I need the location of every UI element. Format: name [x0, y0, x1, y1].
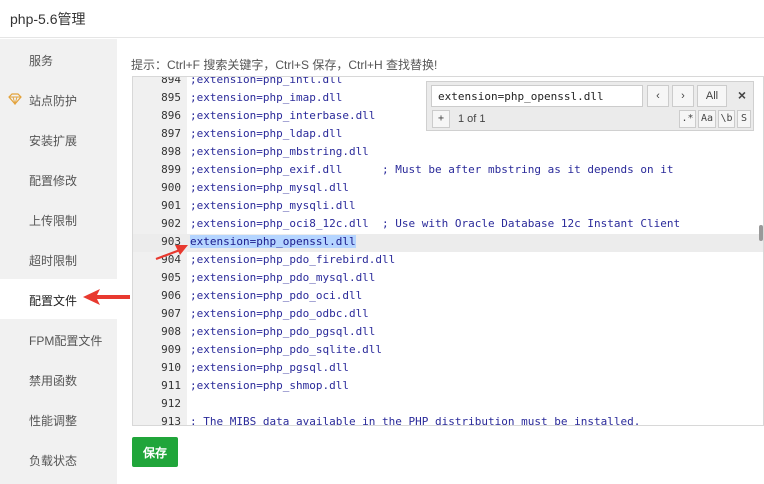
sidebar-item-label: FPM配置文件 — [29, 334, 103, 348]
code-line[interactable]: 898 ;extension=php_mbstring.dll — [133, 144, 763, 162]
sidebar-item-performance-tuning[interactable]: 性能调整 — [0, 399, 117, 439]
code-text: ;extension=php_intl.dll — [190, 76, 343, 86]
line-number: 896 — [161, 109, 181, 122]
code-text: ;extension=php_exif.dll ; Must be after … — [190, 163, 674, 176]
find-all-button[interactable]: All — [697, 85, 727, 107]
code-text: ;extension=php_pdo_firebird.dll — [190, 253, 396, 266]
editor-scrollbar[interactable] — [759, 225, 763, 241]
sidebar-item-service[interactable]: 服务 — [0, 39, 117, 79]
sidebar-item-upload-limit[interactable]: 上传限制 — [0, 199, 117, 239]
line-number: 903 — [161, 235, 181, 248]
line-number: 907 — [161, 307, 181, 320]
code-text: ;extension=php_pgsql.dll — [190, 361, 349, 374]
sidebar-item-label: 配置文件 — [29, 294, 78, 308]
sidebar-item-config-edit[interactable]: 配置修改 — [0, 159, 117, 199]
code-text: ;extension=php_oci8_12c.dll ; Use with O… — [190, 217, 681, 230]
sidebar-item-label: 超时限制 — [29, 254, 78, 268]
line-number: 905 — [161, 271, 181, 284]
line-number: 913 — [161, 415, 181, 426]
code-text: ;extension=php_interbase.dll — [190, 109, 376, 122]
code-text: ;extension=php_mysql.dll — [190, 181, 349, 194]
sidebar-item-install-extension[interactable]: 安装扩展 — [0, 119, 117, 159]
code-text: ;extension=php_pdo_pgsql.dll — [190, 325, 376, 338]
code-line[interactable]: 907 ;extension=php_pdo_odbc.dll — [133, 306, 763, 324]
code-text: ;extension=php_pdo_sqlite.dll — [190, 343, 383, 356]
code-text: ;extension=php_pdo_mysql.dll — [190, 271, 376, 284]
code-text: ; The MIBS data available in the PHP dis… — [190, 415, 641, 426]
sidebar-item-label: 负载状态 — [29, 454, 78, 468]
match-count: 1 of 1 — [458, 113, 486, 125]
in-selection-toggle[interactable]: S — [737, 110, 751, 128]
sidebar: 服务 站点防护 安装扩展 配置修改 上传限制 超时限制 配置文件 FPM配置文件… — [0, 39, 117, 484]
code-line[interactable]: 912 — [133, 396, 763, 414]
case-sensitive-toggle[interactable]: Aa — [698, 110, 716, 128]
sidebar-item-config-file[interactable]: 配置文件 — [0, 279, 117, 319]
code-line[interactable]: 904 ;extension=php_pdo_firebird.dll — [133, 252, 763, 270]
sidebar-item-label: 安装扩展 — [29, 134, 78, 148]
line-number: 899 — [161, 163, 181, 176]
toggle-replace-button[interactable]: + — [432, 110, 450, 128]
sidebar-item-label: 上传限制 — [29, 214, 78, 228]
line-number: 908 — [161, 325, 181, 338]
save-button[interactable]: 保存 — [132, 437, 178, 467]
line-number: 910 — [161, 361, 181, 374]
line-number: 894 — [161, 76, 181, 86]
line-number: 895 — [161, 91, 181, 104]
search-match-highlight: extension=php_openssl.dll — [190, 235, 356, 248]
sidebar-item-label: 站点防护 — [29, 94, 78, 108]
code-text: ;extension=php_shmop.dll — [190, 379, 349, 392]
line-number: 901 — [161, 199, 181, 212]
line-number: 897 — [161, 127, 181, 140]
prev-match-button[interactable]: ‹ — [647, 85, 669, 107]
code-text: ;extension=php_mysqli.dll — [190, 199, 356, 212]
whole-word-toggle[interactable]: \b — [718, 110, 735, 128]
code-line[interactable]: 903 extension=php_openssl.dll — [133, 234, 763, 252]
line-number: 898 — [161, 145, 181, 158]
sidebar-item-timeout-limit[interactable]: 超时限制 — [0, 239, 117, 279]
regex-toggle[interactable]: .* — [679, 110, 696, 128]
sidebar-item-site-protection[interactable]: 站点防护 — [0, 79, 117, 119]
search-input[interactable] — [431, 85, 643, 107]
line-number: 904 — [161, 253, 181, 266]
code-text: ;extension=php_pdo_odbc.dll — [190, 307, 369, 320]
code-line[interactable]: 902 ;extension=php_oci8_12c.dll ; Use wit… — [133, 216, 763, 234]
line-number: 912 — [161, 397, 181, 410]
code-line[interactable]: 909 ;extension=php_pdo_sqlite.dll — [133, 342, 763, 360]
sidebar-item-label: 配置修改 — [29, 174, 78, 188]
code-line[interactable]: 910 ;extension=php_pgsql.dll — [133, 360, 763, 378]
window-title: php-5.6管理 — [10, 11, 86, 27]
line-number: 900 — [161, 181, 181, 194]
line-number: 906 — [161, 289, 181, 302]
sidebar-item-disabled-functions[interactable]: 禁用函数 — [0, 359, 117, 399]
next-match-button[interactable]: › — [672, 85, 694, 107]
close-icon[interactable]: × — [734, 86, 750, 104]
code-line[interactable]: 905 ;extension=php_pdo_mysql.dll — [133, 270, 763, 288]
sidebar-item-label: 禁用函数 — [29, 374, 78, 388]
code-text: ;extension=php_mbstring.dll — [190, 145, 369, 158]
code-line[interactable]: 901 ;extension=php_mysqli.dll — [133, 198, 763, 216]
code-text: ;extension=php_pdo_oci.dll — [190, 289, 363, 302]
line-number: 911 — [161, 379, 181, 392]
code-text: ;extension=php_ldap.dll — [190, 127, 343, 140]
sidebar-item-load-status[interactable]: 负载状态 — [0, 439, 117, 479]
code-line[interactable]: 900 ;extension=php_mysql.dll — [133, 180, 763, 198]
code-line[interactable]: 913 ; The MIBS data available in the PHP … — [133, 414, 763, 426]
sidebar-item-label: 性能调整 — [29, 414, 78, 428]
sidebar-item-label: 服务 — [29, 54, 54, 68]
code-line[interactable]: 911 ;extension=php_shmop.dll — [133, 378, 763, 396]
line-number: 909 — [161, 343, 181, 356]
hint-text: 提示：Ctrl+F 搜索关键字，Ctrl+S 保存，Ctrl+H 查找替换! — [131, 58, 438, 72]
code-line[interactable]: 906 ;extension=php_pdo_oci.dll — [133, 288, 763, 306]
code-text: extension=php_openssl.dll — [190, 235, 356, 248]
code-line[interactable]: 899 ;extension=php_exif.dll ; Must be aft… — [133, 162, 763, 180]
sidebar-item-fpm-config-file[interactable]: FPM配置文件 — [0, 319, 117, 359]
line-number: 902 — [161, 217, 181, 230]
gem-icon — [8, 93, 22, 105]
code-line[interactable]: 908 ;extension=php_pdo_pgsql.dll — [133, 324, 763, 342]
window-titlebar: php-5.6管理 — [0, 0, 764, 38]
search-panel: ‹ › All × + 1 of 1 .* Aa \b S — [426, 81, 754, 131]
code-text: ;extension=php_imap.dll — [190, 91, 343, 104]
